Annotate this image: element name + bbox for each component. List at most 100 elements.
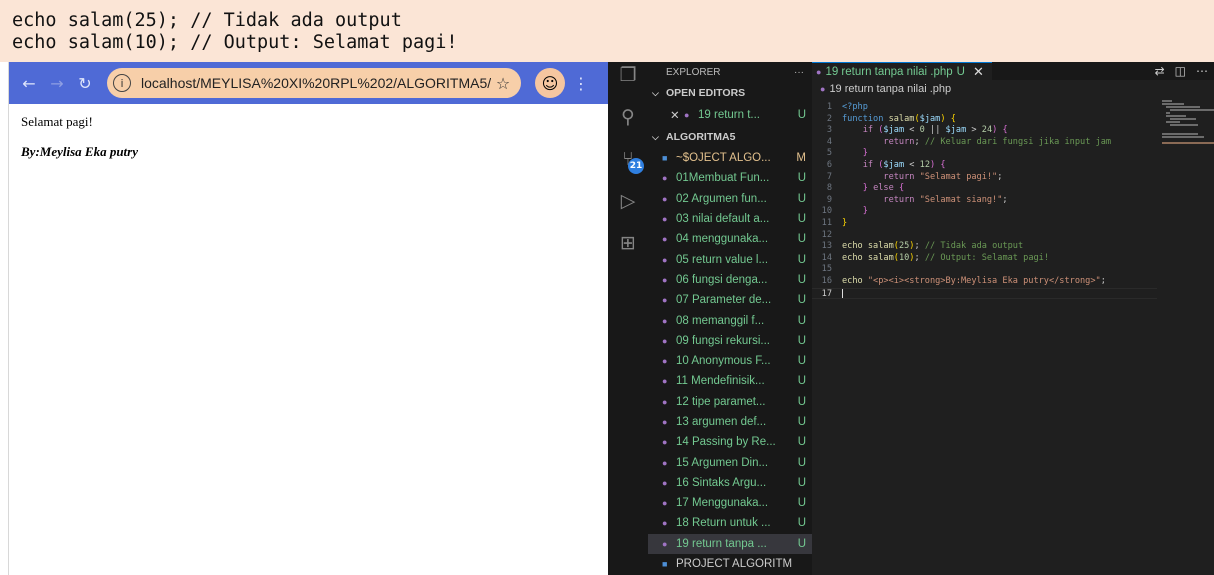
file-item[interactable]: ● 04 menggunaka... U (648, 229, 812, 249)
close-icon[interactable]: ✕ (670, 108, 684, 122)
activity-bar: ❐ ⚲ ⑂ 21 ▷ ⊞ (608, 62, 648, 575)
source-control-badge: 21 (628, 158, 644, 174)
file-name: 12 tipe paramet... (676, 395, 766, 408)
line-source: <?php (842, 102, 868, 114)
file-name: 10 Anonymous F... (676, 355, 771, 368)
file-item[interactable]: ● 09 fungsi rekursi... U (648, 331, 812, 351)
file-item[interactable]: ● 05 return value l... U (648, 249, 812, 269)
code-line: 3 if ($jam < 0 || $jam > 24) { (812, 125, 1157, 137)
code-token: 12 (919, 159, 931, 170)
code-line: 12 (812, 230, 1157, 242)
line-number: 2 (826, 113, 832, 124)
close-icon[interactable]: ✕ (973, 64, 984, 80)
file-status: U (797, 253, 806, 266)
line-source: return "Selamat siang!"; (842, 194, 1007, 207)
explorer-files-icon[interactable]: ❐ (617, 64, 639, 86)
page-author-text: By:Meylisa Eka putry (21, 144, 138, 159)
back-icon[interactable]: ← (15, 69, 43, 97)
open-editors-label: OPEN EDITORS (666, 87, 746, 99)
code-token: < (904, 125, 920, 136)
file-item[interactable]: ● 07 Parameter de... U (648, 290, 812, 310)
file-item[interactable]: ■ ~$OJECT ALGO... M (648, 148, 812, 168)
php-file-icon: ● (662, 214, 668, 225)
file-item[interactable]: ● 17 Menggunaka... U (648, 493, 812, 513)
file-status: U (797, 517, 806, 530)
code-editor[interactable]: 1 <?php 2 function salam($jam) {3 if ($jam … (812, 102, 1157, 300)
explorer-more-icon[interactable]: ··· (794, 67, 804, 78)
file-item[interactable]: ● 03 nilai default a... U (648, 209, 812, 229)
extensions-icon[interactable]: ⊞ (617, 232, 639, 254)
explorer-header: EXPLORER ··· (648, 62, 812, 82)
php-file-icon: ● (820, 84, 826, 94)
compare-changes-icon[interactable]: ⇄ (1155, 64, 1165, 78)
address-bar[interactable]: i localhost/MEYLISA%20XI%20RPL%202/ALGOR… (107, 68, 521, 98)
explorer-title: EXPLORER (666, 66, 721, 78)
file-item[interactable]: ● 18 Return untuk ... U (648, 513, 812, 533)
file-status: U (797, 537, 806, 550)
search-icon[interactable]: ⚲ (617, 106, 639, 128)
file-item[interactable]: ● 16 Sintaks Argu... U (648, 473, 812, 493)
folder-section[interactable]: ⌵ ALGORITMA5 (648, 126, 812, 148)
code-token: else (873, 183, 899, 194)
profile-avatar[interactable]: ☺ (535, 68, 565, 98)
file-item[interactable]: ● 14 Passing by Re... U (648, 432, 812, 452)
file-item[interactable]: ● 08 memanggil f... U (648, 310, 812, 330)
php-file-icon: ● (816, 66, 822, 77)
tab-active-file[interactable]: ● 19 return tanpa nilai .php U ✕ (812, 62, 992, 80)
file-item[interactable]: ● 01Membuat Fun... U (648, 168, 812, 188)
file-item[interactable]: ● 02 Argumen fun... U (648, 189, 812, 209)
split-editor-icon[interactable]: ◫ (1175, 64, 1186, 78)
php-file-icon: ● (662, 376, 668, 387)
file-name: 05 return value l... (676, 253, 769, 266)
file-item[interactable]: ● 10 Anonymous F... U (648, 351, 812, 371)
file-status: U (797, 334, 806, 347)
forward-icon[interactable]: → (43, 69, 71, 97)
code-token: $jam (883, 125, 905, 136)
address-url[interactable]: localhost/MEYLISA%20XI%20RPL%202/ALGORIT… (141, 75, 491, 91)
reload-icon[interactable]: ↻ (71, 69, 99, 97)
code-token: // Tidak ada output (924, 241, 1024, 252)
browser-menu-icon[interactable]: ⋮ (573, 74, 589, 93)
project-file-icon: ■ (662, 559, 668, 570)
text-cursor (842, 288, 843, 299)
line-source: if ($jam < 12) { (842, 160, 946, 172)
file-name: 01Membuat Fun... (676, 172, 770, 185)
line-number: 3 (826, 125, 832, 136)
file-item[interactable]: ● 11 Mendefinisik... U (648, 371, 812, 391)
file-item[interactable]: ● 12 tipe paramet... U (648, 392, 812, 412)
more-actions-icon[interactable]: ⋯ (1196, 64, 1208, 78)
minimap[interactable] (1158, 98, 1214, 158)
file-item[interactable]: ● 15 Argumen Din... U (648, 452, 812, 472)
bookmark-star-icon[interactable]: ☆ (491, 74, 515, 93)
code-token: "Selamat siang!" (919, 194, 1003, 205)
code-token: return (883, 136, 915, 147)
code-line: 1 <?php (812, 102, 1157, 114)
file-name: 08 memanggil f... (676, 314, 765, 327)
file-item[interactable]: ● 13 argumen def... U (648, 412, 812, 432)
code-token: "Selamat pagi!" (919, 171, 998, 182)
open-editor-status: U (797, 109, 806, 121)
file-name: 13 argumen def... (676, 416, 767, 428)
open-editors-section[interactable]: ⌵ OPEN EDITORS (648, 82, 812, 104)
file-item[interactable]: ● 19 return tanpa ... U (648, 533, 812, 554)
site-info-icon[interactable]: i (113, 74, 131, 92)
file-item[interactable]: ● 06 fungsi denga... U (648, 270, 812, 290)
file-item[interactable]: ■ PROJECT ALGORITMA... (648, 554, 812, 574)
file-status: U (797, 273, 806, 286)
file-status: U (797, 395, 806, 408)
run-debug-icon[interactable]: ▷ (617, 190, 639, 212)
breadcrumb[interactable]: ● 19 return tanpa nilai .php (812, 80, 1214, 98)
editor-actions: ⇄ ◫ ⋯ (1155, 64, 1214, 78)
file-name: 04 menggunaka... (676, 233, 769, 246)
code-token: echo (842, 241, 868, 252)
open-editor-item[interactable]: ✕ ● 19 return t... U (648, 104, 812, 126)
code-line: 4 return; // Keluar dari fungsi jika inp… (812, 137, 1157, 149)
line-number: 8 (826, 183, 832, 194)
line-number: 10 (821, 206, 832, 217)
code-token: < (904, 159, 920, 170)
editor-tab-bar: ● 19 return tanpa nilai .php U ✕ ⇄ ◫ ⋯ (812, 62, 1214, 80)
code-line: 8 } else { (812, 183, 1157, 195)
code-token: || (924, 125, 946, 136)
